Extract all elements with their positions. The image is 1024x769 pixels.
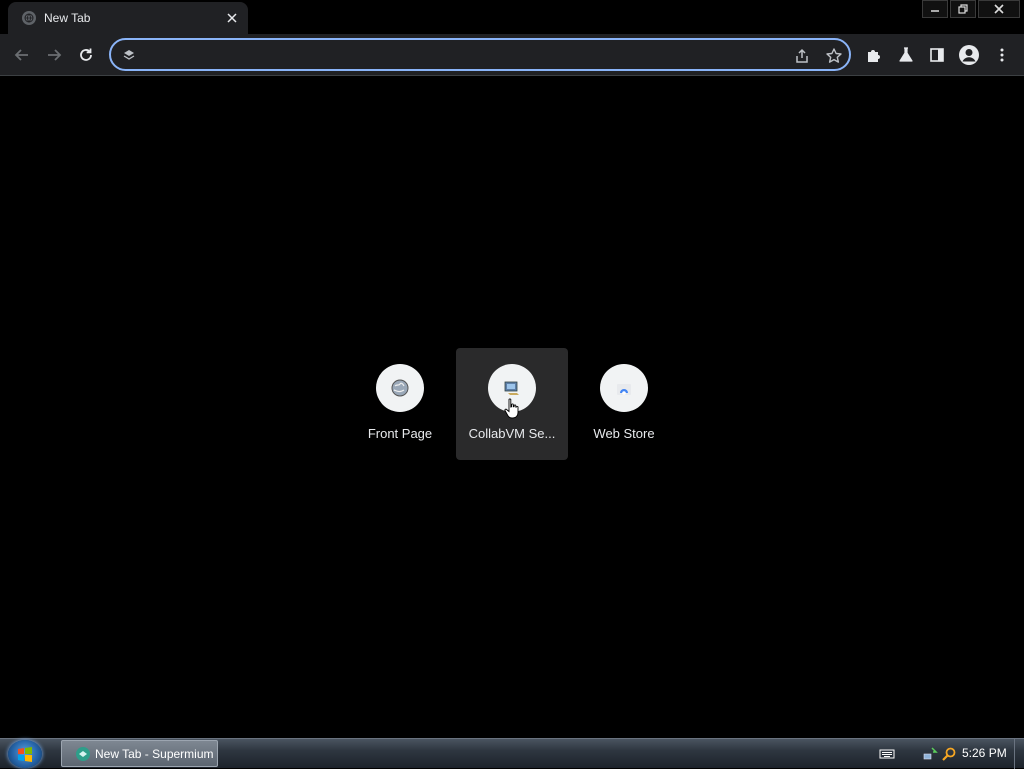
start-button[interactable] bbox=[8, 740, 42, 768]
back-button[interactable] bbox=[8, 41, 36, 69]
minimize-button[interactable] bbox=[922, 0, 948, 18]
side-panel-icon bbox=[930, 48, 944, 62]
tab-strip: New Tab bbox=[0, 0, 1024, 34]
restore-button[interactable] bbox=[950, 0, 976, 18]
tab-new-tab[interactable]: New Tab bbox=[8, 2, 248, 34]
web-store-icon bbox=[600, 364, 648, 412]
labs-button[interactable] bbox=[892, 41, 920, 69]
forward-arrow-icon bbox=[48, 49, 62, 61]
close-window-button[interactable] bbox=[978, 0, 1020, 18]
profile-avatar-icon bbox=[959, 45, 979, 65]
windows-logo-icon bbox=[18, 747, 32, 762]
address-input[interactable] bbox=[145, 44, 785, 66]
shortcut-label: Front Page bbox=[367, 426, 433, 441]
share-icon[interactable] bbox=[791, 45, 813, 67]
close-tab-icon[interactable] bbox=[224, 10, 240, 26]
keyboard-icon[interactable] bbox=[879, 746, 895, 762]
taskbar-item-label: New Tab - Supermium bbox=[95, 746, 214, 761]
new-tab-page: Front Page CollabVM Se... Web Store bbox=[0, 77, 1024, 738]
globe-icon bbox=[376, 364, 424, 412]
taskbar-item-supermium[interactable]: New Tab - Supermium bbox=[61, 740, 218, 767]
forward-button[interactable] bbox=[40, 41, 68, 69]
search-engine-icon bbox=[121, 47, 137, 63]
supermium-icon bbox=[75, 746, 91, 762]
network-icon[interactable] bbox=[922, 746, 938, 762]
search-icon[interactable] bbox=[941, 746, 957, 762]
show-desktop-button[interactable] bbox=[1014, 739, 1024, 769]
address-bar[interactable] bbox=[109, 38, 851, 71]
puzzle-piece-icon bbox=[868, 50, 880, 62]
extensions-button[interactable] bbox=[860, 41, 888, 69]
kebab-menu-icon bbox=[1000, 48, 1004, 62]
taskbar: New Tab - Supermium 5:26 PM bbox=[0, 738, 1024, 769]
bookmark-star-icon[interactable] bbox=[823, 45, 845, 67]
back-arrow-icon bbox=[14, 49, 28, 61]
shortcut-label: CollabVM Se... bbox=[468, 426, 556, 441]
browser-toolbar bbox=[0, 34, 1024, 76]
reload-button[interactable] bbox=[72, 41, 100, 69]
globe-icon bbox=[22, 11, 36, 25]
shortcut-label: Web Store bbox=[593, 426, 655, 441]
side-panel-button[interactable] bbox=[923, 41, 951, 69]
window-controls bbox=[922, 0, 1020, 18]
reload-icon bbox=[80, 48, 92, 61]
hand-cursor-icon bbox=[504, 398, 519, 419]
flask-icon bbox=[899, 47, 913, 62]
profile-button[interactable] bbox=[955, 41, 983, 69]
menu-button[interactable] bbox=[988, 41, 1016, 69]
tab-title: New Tab bbox=[44, 11, 91, 25]
system-clock[interactable]: 5:26 PM bbox=[962, 746, 1007, 760]
shortcut-front-page[interactable]: Front Page bbox=[344, 348, 456, 460]
shortcut-web-store[interactable]: Web Store bbox=[568, 348, 680, 460]
